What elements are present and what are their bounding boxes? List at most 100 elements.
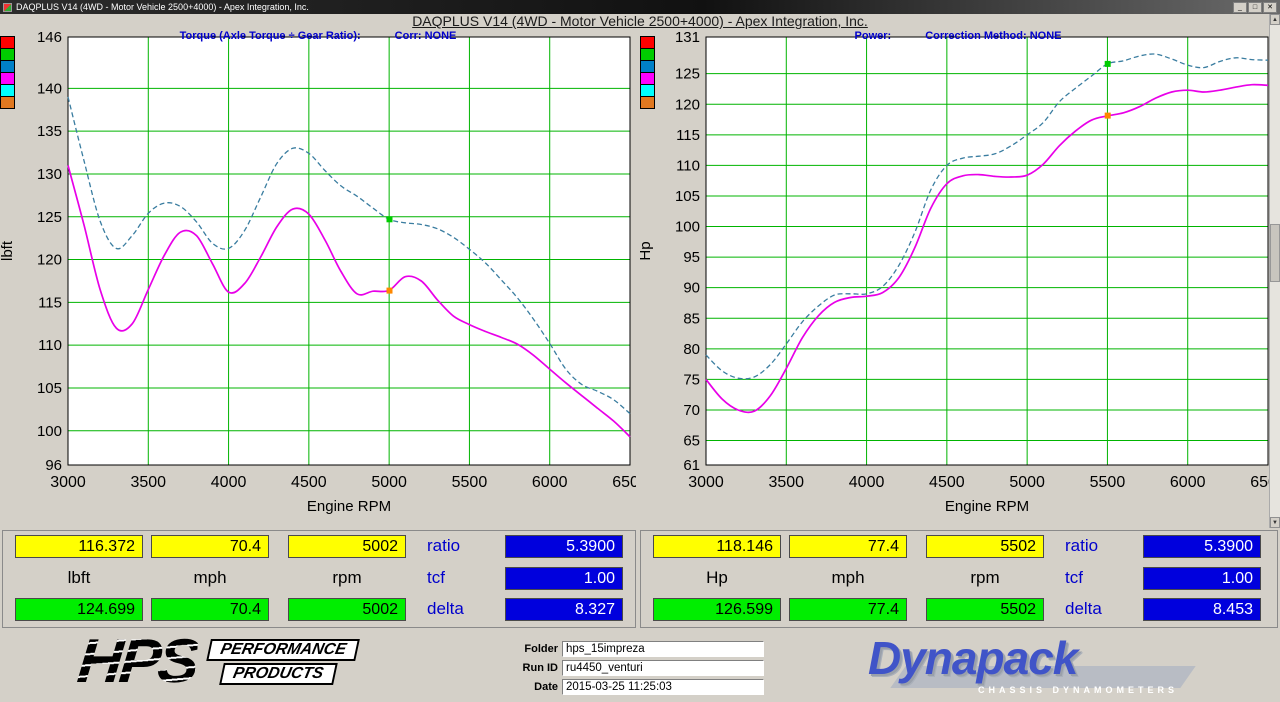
svg-text:125: 125 — [675, 66, 700, 83]
hps-logo: HPS PERFORMANCE PRODUCTS — [78, 634, 356, 690]
tcf-value: 1.00 — [505, 567, 623, 590]
delta-label: delta — [427, 598, 497, 621]
folder-field[interactable]: hps_15impreza — [562, 641, 764, 657]
legend-swatch[interactable] — [640, 96, 655, 109]
rpm-live-value: 5002 — [288, 535, 406, 558]
app-icon — [3, 3, 12, 12]
legend-swatch[interactable] — [0, 96, 15, 109]
ratio-label: ratio — [427, 535, 497, 558]
scrollbar-thumb[interactable] — [1270, 224, 1280, 282]
tcf-label: tcf — [1065, 567, 1135, 590]
delta-value: 8.327 — [505, 598, 623, 621]
speed-ref-value: 70.4 — [151, 598, 269, 621]
rpm-live-value: 5502 — [926, 535, 1044, 558]
scroll-up-icon[interactable]: ▲ — [1270, 14, 1280, 25]
tcf-value: 1.00 — [1143, 567, 1261, 590]
torque-unit-label: lbft — [15, 567, 143, 590]
ratio-value: 5.3900 — [1143, 535, 1261, 558]
svg-text:61: 61 — [683, 457, 700, 474]
delta-value: 8.453 — [1143, 598, 1261, 621]
svg-text:3500: 3500 — [768, 474, 804, 491]
date-label: Date — [506, 679, 558, 695]
svg-text:6500: 6500 — [612, 474, 636, 491]
rpm-ref-value: 5502 — [926, 598, 1044, 621]
svg-text:Hp: Hp — [640, 241, 654, 260]
torque-live-value: 116.372 — [15, 535, 143, 558]
rpm-unit-label: rpm — [926, 567, 1044, 590]
svg-text:110: 110 — [676, 157, 700, 174]
rpm-unit-label: rpm — [288, 567, 406, 590]
power-legend — [640, 37, 655, 109]
dynapack-logo-subtext: CHASSIS DYNAMOMETERS — [978, 685, 1178, 695]
svg-text:75: 75 — [683, 371, 700, 388]
folder-label: Folder — [506, 641, 558, 657]
delta-label: delta — [1065, 598, 1135, 621]
window-title: DAQPLUS V14 (4WD - Motor Vehicle 2500+40… — [16, 2, 309, 12]
svg-text:105: 105 — [37, 380, 62, 397]
power-live-value: 118.146 — [653, 535, 781, 558]
svg-text:85: 85 — [683, 310, 700, 327]
run-id-label: Run ID — [506, 660, 558, 676]
scroll-down-icon[interactable]: ▼ — [1270, 517, 1280, 528]
window-titlebar: DAQPLUS V14 (4WD - Motor Vehicle 2500+40… — [0, 0, 1280, 14]
power-chart[interactable]: Power:Correction Method: NONE 3000350040… — [640, 28, 1276, 524]
torque-readout-panel: 116.372 70.4 5002 lbft mph rpm 124.699 7… — [2, 530, 636, 628]
svg-text:70: 70 — [683, 402, 700, 419]
daqplus-window: DAQPLUS V14 (4WD - Motor Vehicle 2500+40… — [0, 0, 1280, 702]
speed-live-value: 77.4 — [789, 535, 907, 558]
torque-legend — [0, 37, 15, 109]
svg-text:110: 110 — [38, 337, 62, 354]
svg-text:5500: 5500 — [452, 474, 488, 491]
page-title: DAQPLUS V14 (4WD - Motor Vehicle 2500+40… — [0, 13, 1280, 29]
speed-unit-label: mph — [151, 567, 269, 590]
svg-text:90: 90 — [683, 280, 700, 297]
dynapack-logo-text: Dynapack — [868, 636, 1198, 680]
dynapack-logo: Dynapack CHASSIS DYNAMOMETERS — [868, 636, 1198, 698]
hps-logo-text: HPS — [75, 634, 199, 690]
footer: HPS PERFORMANCE PRODUCTS Folder hps_15im… — [0, 632, 1280, 702]
power-ref-value: 126.599 — [653, 598, 781, 621]
svg-text:115: 115 — [676, 127, 700, 144]
svg-text:6000: 6000 — [1170, 474, 1206, 491]
svg-text:96: 96 — [45, 457, 62, 474]
ratio-label: ratio — [1065, 535, 1135, 558]
vertical-scrollbar[interactable]: ▲ ▼ — [1269, 14, 1280, 528]
run-id-field[interactable]: ru4450_venturi — [562, 660, 764, 676]
power-readout-panel: 118.146 77.4 5502 Hp mph rpm 126.599 77.… — [640, 530, 1278, 628]
svg-text:120: 120 — [37, 252, 62, 269]
speed-unit-label: mph — [789, 567, 907, 590]
svg-text:3000: 3000 — [688, 474, 724, 491]
svg-text:4000: 4000 — [211, 474, 247, 491]
svg-text:105: 105 — [675, 188, 700, 205]
svg-text:5000: 5000 — [371, 474, 407, 491]
ratio-value: 5.3900 — [505, 535, 623, 558]
date-field[interactable]: 2015-03-25 11:25:03 — [562, 679, 764, 695]
hps-logo-line1: PERFORMANCE — [207, 639, 361, 661]
svg-text:131: 131 — [675, 29, 700, 46]
svg-text:6000: 6000 — [532, 474, 568, 491]
svg-text:5000: 5000 — [1009, 474, 1045, 491]
svg-text:146: 146 — [37, 29, 62, 46]
power-unit-label: Hp — [653, 567, 781, 590]
svg-text:95: 95 — [683, 249, 700, 266]
svg-text:140: 140 — [37, 80, 62, 97]
svg-text:lbft: lbft — [0, 240, 16, 261]
svg-text:100: 100 — [37, 423, 62, 440]
maximize-button[interactable]: □ — [1248, 2, 1262, 13]
torque-ref-value: 124.699 — [15, 598, 143, 621]
tcf-label: tcf — [427, 567, 497, 590]
close-button[interactable]: ✕ — [1263, 2, 1277, 13]
svg-text:100: 100 — [675, 219, 700, 236]
speed-live-value: 70.4 — [151, 535, 269, 558]
torque-chart[interactable]: Torque (Axle Torque ÷ Gear Ratio):Corr: … — [0, 28, 636, 524]
svg-text:80: 80 — [683, 341, 700, 358]
svg-text:120: 120 — [675, 96, 700, 113]
svg-text:4500: 4500 — [929, 474, 965, 491]
svg-text:65: 65 — [683, 433, 700, 450]
rpm-ref-value: 5002 — [288, 598, 406, 621]
svg-text:135: 135 — [37, 123, 62, 140]
hps-logo-line2: PRODUCTS — [219, 663, 337, 685]
speed-ref-value: 77.4 — [789, 598, 907, 621]
svg-text:4000: 4000 — [849, 474, 885, 491]
minimize-button[interactable]: _ — [1233, 2, 1247, 13]
